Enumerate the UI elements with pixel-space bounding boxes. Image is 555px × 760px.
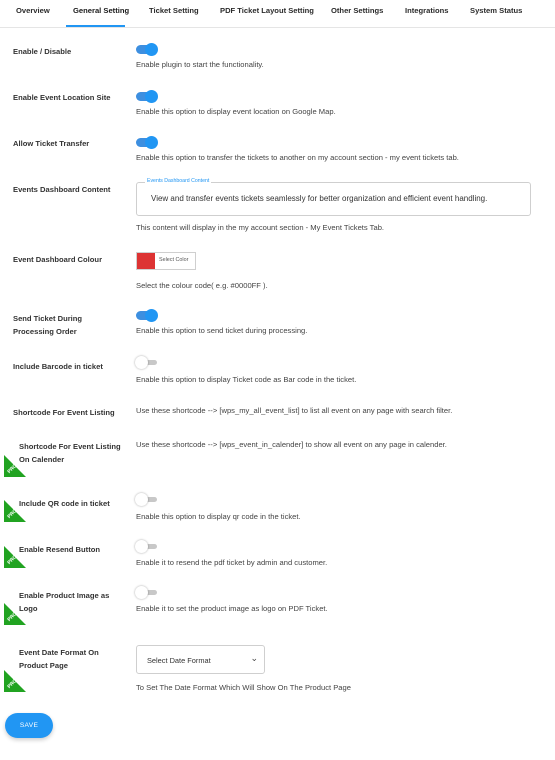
toggle-knob	[135, 586, 148, 599]
date-format-desc: To Set The Date Format Which Will Show O…	[136, 683, 351, 692]
colour-swatch	[137, 253, 155, 269]
shortcode-calendar-label-line1: Shortcode For Event Listing	[19, 442, 121, 451]
shortcode-listing-label: Shortcode For Event Listing	[13, 408, 115, 417]
toggle-knob	[135, 356, 148, 369]
chevron-down-icon: ⌄	[250, 653, 258, 663]
shortcode-calendar-label: Shortcode For Event Listing On Calender	[19, 440, 121, 466]
pro-badge: PRO	[4, 546, 26, 568]
dashboard-colour-desc: Select the colour code( e.g. #0000FF ).	[136, 281, 268, 290]
ticket-transfer-label: Allow Ticket Transfer	[13, 139, 90, 148]
enable-disable-toggle[interactable]	[136, 43, 158, 56]
pro-badge: PRO	[4, 500, 26, 522]
toggle-knob	[145, 136, 158, 149]
dashboard-content-field[interactable]: Events Dashboard Content View and transf…	[136, 178, 531, 216]
pro-badge: PRO	[4, 603, 26, 625]
tab-system-status[interactable]: System Status	[470, 6, 522, 15]
send-ticket-label-line1: Send Ticket During	[13, 314, 83, 323]
qr-code-label: Include QR code in ticket	[19, 499, 110, 508]
dashboard-content-legend: Events Dashboard Content	[145, 178, 212, 184]
date-format-select[interactable]: Select Date Format ⌄	[136, 645, 265, 674]
active-tab-indicator	[66, 25, 125, 27]
event-location-toggle[interactable]	[136, 90, 158, 103]
tab-overview[interactable]: Overview	[16, 6, 50, 15]
product-image-label: Enable Product Image as Logo	[19, 589, 109, 615]
product-image-desc: Enable it to set the product image as lo…	[136, 604, 328, 613]
tab-ticket-setting[interactable]: Ticket Setting	[149, 6, 199, 15]
dashboard-content-value: View and transfer events tickets seamles…	[151, 194, 488, 203]
product-image-label-line2: Logo	[19, 604, 38, 613]
enable-disable-desc: Enable plugin to start the functionality…	[136, 60, 264, 69]
shortcode-calendar-label-line2: On Calender	[19, 455, 65, 464]
pro-badge-text: PRO	[6, 678, 19, 690]
send-ticket-label: Send Ticket During Processing Order	[13, 312, 82, 338]
product-image-toggle[interactable]	[135, 586, 157, 599]
ticket-transfer-desc: Enable this option to transfer the ticke…	[136, 153, 459, 162]
date-format-label: Event Date Format On Product Page	[19, 646, 99, 672]
resend-toggle[interactable]	[135, 540, 157, 553]
ticket-transfer-toggle[interactable]	[136, 136, 158, 149]
send-ticket-label-line2: Processing Order	[13, 327, 77, 336]
dashboard-content-desc: This content will display in the my acco…	[136, 223, 385, 232]
pro-badge-text: PRO	[6, 463, 19, 475]
pro-badge: PRO	[4, 670, 26, 692]
product-image-label-line1: Enable Product Image as	[19, 591, 110, 600]
date-format-label-line2: Product Page	[19, 661, 68, 670]
toggle-knob	[145, 309, 158, 322]
barcode-label: Include Barcode in ticket	[13, 362, 103, 371]
date-format-label-line1: Event Date Format On	[19, 648, 99, 657]
toggle-knob	[135, 540, 148, 553]
toggle-knob	[145, 43, 158, 56]
shortcode-calendar-desc: Use these shortcode --> [wps_event_in_ca…	[136, 440, 447, 449]
send-ticket-desc: Enable this option to send ticket during…	[136, 326, 308, 335]
save-button[interactable]: SAVE	[5, 713, 53, 738]
tab-integrations[interactable]: Integrations	[405, 6, 448, 15]
send-ticket-toggle[interactable]	[136, 309, 158, 322]
pro-badge: PRO	[4, 455, 26, 477]
select-color-label: Select Color	[159, 257, 189, 263]
pro-badge-text: PRO	[6, 611, 19, 623]
qr-code-toggle[interactable]	[135, 493, 157, 506]
qr-code-desc: Enable this option to display qr code in…	[136, 512, 301, 521]
dashboard-colour-label: Event Dashboard Colour	[13, 255, 103, 264]
shortcode-listing-desc: Use these shortcode --> [wps_my_all_even…	[136, 406, 453, 415]
toggle-knob	[145, 90, 158, 103]
resend-label: Enable Resend Button	[19, 545, 101, 554]
barcode-desc: Enable this option to display Ticket cod…	[136, 375, 357, 384]
date-format-select-value: Select Date Format	[147, 656, 211, 665]
pro-badge-text: PRO	[6, 508, 19, 520]
resend-desc: Enable it to resend the pdf ticket by ad…	[136, 558, 328, 567]
dashboard-content-label: Events Dashboard Content	[13, 185, 111, 194]
toggle-knob	[135, 493, 148, 506]
barcode-toggle[interactable]	[135, 356, 157, 369]
event-location-desc: Enable this option to display event loca…	[136, 107, 336, 116]
settings-tabs: Overview General Setting Ticket Setting …	[0, 0, 555, 28]
event-location-label: Enable Event Location Site	[13, 93, 111, 102]
tab-other-settings[interactable]: Other Settings	[331, 6, 383, 15]
tab-general-setting[interactable]: General Setting	[73, 6, 129, 15]
tab-pdf-ticket-layout-setting[interactable]: PDF Ticket Layout Setting	[220, 6, 314, 15]
enable-disable-label: Enable / Disable	[13, 47, 72, 56]
pro-badge-text: PRO	[6, 554, 19, 566]
colour-picker-button[interactable]: Select Color	[136, 252, 196, 270]
